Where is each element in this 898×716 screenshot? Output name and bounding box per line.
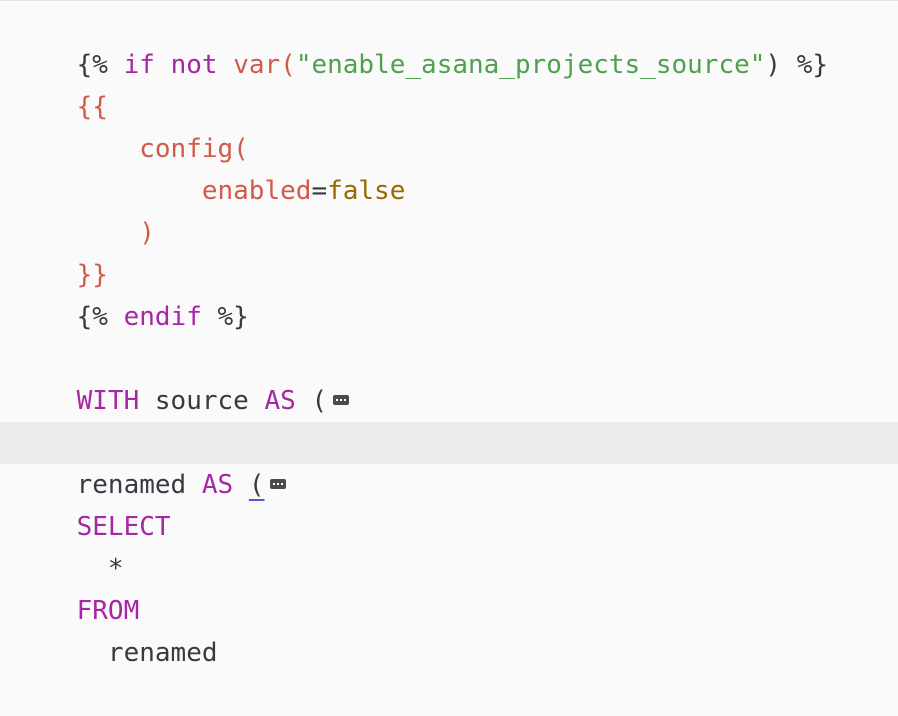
code-line-9[interactable]: WITH source AS ( [0, 338, 898, 416]
code-line-13[interactable]: * [0, 506, 898, 584]
code-line-5[interactable]: ) [0, 170, 898, 248]
code-line-6[interactable]: }} [0, 212, 898, 290]
code-line-3[interactable]: config( [0, 86, 898, 164]
code-line-7[interactable]: {% endif %} [0, 254, 898, 332]
code-line-11-active[interactable]: renamed AS ( [0, 422, 898, 500]
code-line-15[interactable]: renamed [0, 590, 898, 668]
code-line-14[interactable]: FROM [0, 548, 898, 626]
table-renamed: renamed [76, 638, 218, 668]
code-line-4[interactable]: enabled=false [0, 128, 898, 206]
code-line-2[interactable]: {{ [0, 44, 898, 122]
code-editor[interactable]: {% if not var("enable_asana_projects_sou… [0, 0, 898, 668]
code-line-1[interactable]: {% if not var("enable_asana_projects_sou… [0, 2, 898, 80]
code-line-10[interactable] [0, 380, 898, 422]
code-line-8[interactable] [0, 296, 898, 338]
code-line-12[interactable]: SELECT [0, 464, 898, 542]
